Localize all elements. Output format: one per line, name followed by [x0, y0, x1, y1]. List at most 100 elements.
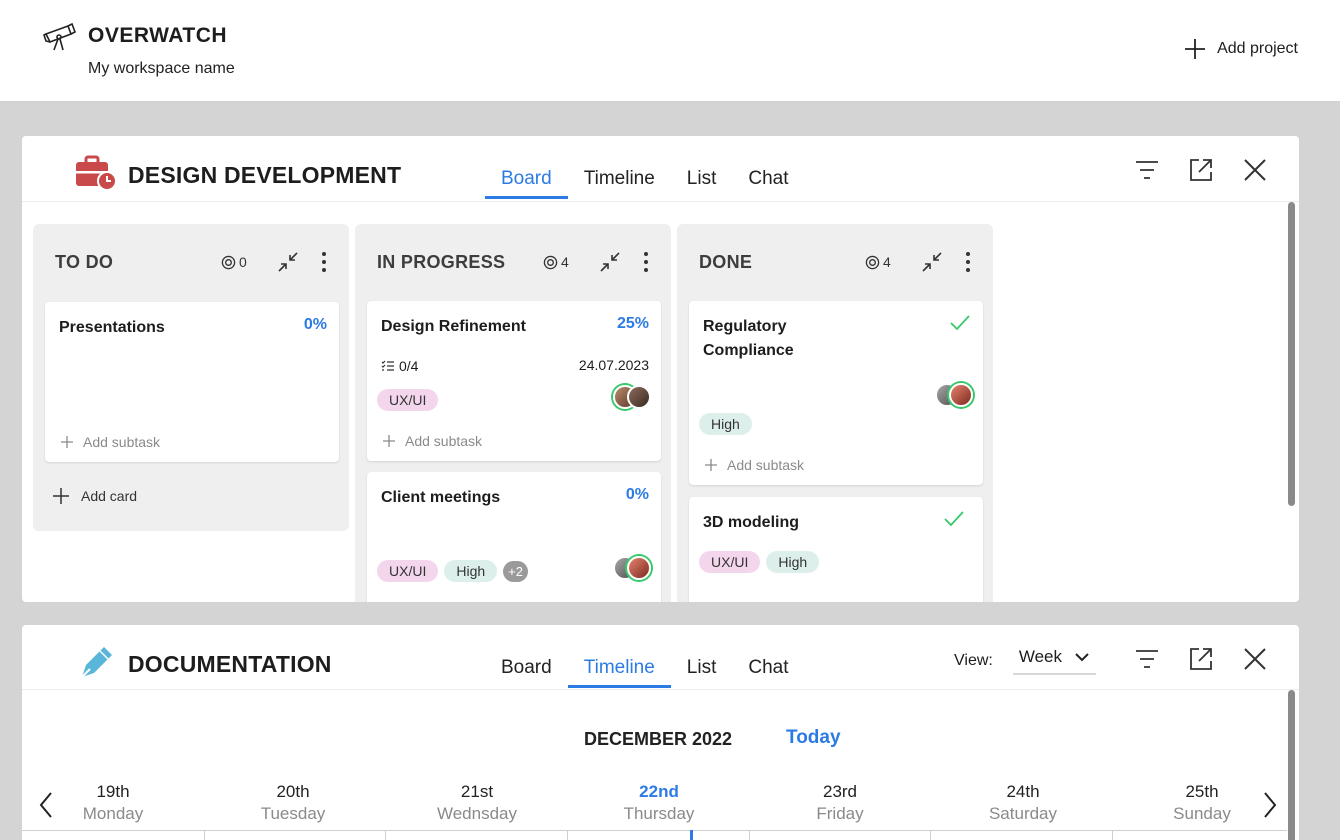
tag-list: UX/UI High +2 [377, 560, 534, 582]
board-scrollbar[interactable] [1288, 202, 1295, 506]
add-subtask-button[interactable]: Add subtask [383, 433, 482, 449]
tag-high[interactable]: High [444, 560, 498, 582]
collapse-icon[interactable] [277, 251, 299, 273]
tab-chat[interactable]: Chat [732, 168, 804, 199]
add-card-button[interactable]: Add card [53, 488, 137, 504]
day-header[interactable]: 25th Sunday [1132, 782, 1272, 824]
column-count: 0 [221, 254, 247, 270]
collapse-icon[interactable] [599, 251, 621, 273]
assignee-avatars[interactable] [935, 383, 973, 407]
filter-icon[interactable] [1133, 156, 1161, 184]
close-icon[interactable] [1241, 156, 1269, 184]
view-selector: View: Week [954, 647, 1096, 675]
card-title: Presentations [59, 319, 165, 336]
close-icon[interactable] [1241, 645, 1269, 673]
tab-timeline[interactable]: Timeline [567, 657, 671, 688]
checklist-icon [381, 360, 394, 371]
project-title: DESIGN DEVELOPMENT [128, 162, 402, 188]
target-icon [221, 255, 236, 269]
avatar [627, 556, 651, 580]
assignee-avatars[interactable] [613, 385, 651, 409]
tag-uxui[interactable]: UX/UI [699, 551, 761, 573]
task-card[interactable]: Design Refinement 25% 0/4 24.07.2023 UX/… [367, 301, 661, 461]
grid-divider [749, 831, 750, 840]
tag-uxui[interactable]: UX/UI [377, 560, 439, 582]
add-subtask-button[interactable]: Add subtask [61, 434, 160, 450]
tag-high[interactable]: High [766, 551, 820, 573]
filter-icon[interactable] [1133, 645, 1161, 673]
project-tabs: Board Timeline List Chat [485, 168, 805, 199]
project-header: DOCUMENTATION Board Timeline List Chat V… [22, 625, 1299, 690]
check-icon [944, 511, 964, 527]
task-card[interactable]: Presentations 0% Add subtask [45, 302, 339, 462]
check-icon [950, 315, 970, 331]
top-header: OVERWATCH My workspace name Add project [0, 0, 1340, 102]
task-card[interactable]: Client meetings 0% UX/UI High +2 [367, 472, 661, 602]
grid-divider [930, 831, 931, 840]
task-card[interactable]: Regulatory Compliance High Add subtask [689, 301, 983, 485]
column-count: 4 [543, 254, 569, 270]
more-vertical-icon[interactable] [963, 250, 973, 274]
tab-list[interactable]: List [671, 168, 733, 199]
more-vertical-icon[interactable] [319, 250, 329, 274]
add-project-label: Add project [1217, 40, 1298, 57]
workspace-name[interactable]: My workspace name [88, 60, 235, 78]
plus-icon [383, 435, 395, 447]
day-header[interactable]: 23rd Friday [770, 782, 910, 824]
column-title: TO DO [55, 252, 114, 272]
column-in-progress: IN PROGRESS 4 Design Refinement 25% 0/4 … [355, 224, 671, 602]
target-icon [865, 255, 880, 269]
open-external-icon[interactable] [1187, 645, 1215, 673]
tab-list[interactable]: List [671, 657, 733, 688]
project-header: DESIGN DEVELOPMENT Board Timeline List C… [22, 136, 1299, 202]
tag-list: High [699, 413, 758, 435]
column-todo: TO DO 0 Presentations 0% Add subtask Add… [33, 224, 349, 531]
day-header[interactable]: 24th Saturday [953, 782, 1093, 824]
pen-nib-icon [81, 647, 112, 678]
more-tags-badge[interactable]: +2 [503, 560, 528, 582]
tab-timeline[interactable]: Timeline [568, 168, 671, 199]
column-done: DONE 4 Regulatory Compliance High Add su… [677, 224, 993, 602]
card-progress: 25% [616, 315, 649, 332]
card-progress: 0% [303, 316, 327, 333]
card-title: Design Refinement [381, 318, 526, 335]
avatar [627, 385, 651, 409]
open-external-icon[interactable] [1187, 156, 1215, 184]
column-title: DONE [699, 252, 753, 272]
project-tabs: Board Timeline List Chat [485, 657, 805, 688]
view-dropdown[interactable]: Week [1012, 647, 1096, 675]
add-project-button[interactable]: Add project [1183, 37, 1298, 61]
current-time-indicator [690, 830, 693, 840]
more-vertical-icon[interactable] [641, 250, 651, 274]
briefcase-clock-icon [76, 155, 117, 191]
day-header[interactable]: 21st Wednsday [407, 782, 547, 824]
day-header-today[interactable]: 22nd Thursday [589, 782, 729, 824]
telescope-icon [43, 22, 77, 51]
task-card[interactable]: 3D modeling UX/UI High [689, 497, 983, 602]
chevron-down-icon [1075, 653, 1089, 662]
tag-high[interactable]: High [699, 413, 752, 435]
timeline-grid [22, 830, 1287, 840]
today-button[interactable]: Today [786, 727, 841, 749]
tab-chat[interactable]: Chat [732, 657, 804, 688]
app-title: OVERWATCH [88, 24, 228, 47]
tag-list: UX/UI High [699, 551, 825, 573]
tag-uxui[interactable]: UX/UI [377, 389, 439, 411]
timeline-scrollbar[interactable] [1288, 690, 1295, 840]
plus-icon [53, 488, 69, 504]
collapse-icon[interactable] [921, 251, 943, 273]
due-date: 24.07.2023 [578, 357, 649, 373]
card-title: Client meetings [381, 489, 501, 506]
tab-board[interactable]: Board [485, 657, 568, 688]
day-header[interactable]: 19th Monday [43, 782, 183, 824]
day-header[interactable]: 20th Tuesday [223, 782, 363, 824]
add-subtask-button[interactable]: Add subtask [705, 457, 804, 473]
column-header: DONE 4 [677, 224, 993, 300]
tab-board[interactable]: Board [485, 168, 568, 199]
grid-divider [1112, 831, 1113, 840]
grid-divider [385, 831, 386, 840]
assignee-avatars[interactable] [613, 556, 651, 580]
column-header: IN PROGRESS 4 [355, 224, 671, 300]
target-icon [543, 255, 558, 269]
timeline-month: DECEMBER 2022 [584, 729, 733, 749]
